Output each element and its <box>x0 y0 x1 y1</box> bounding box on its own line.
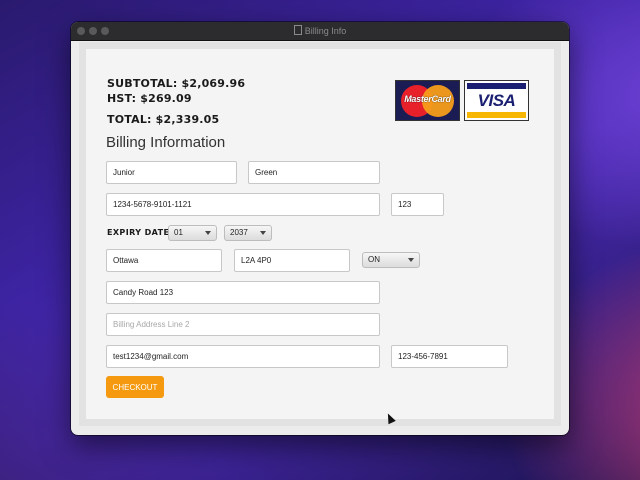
cvv-field[interactable] <box>391 193 444 216</box>
card-number-field[interactable] <box>106 193 380 216</box>
mastercard-label: MasterCard <box>404 94 451 104</box>
address-line2-field[interactable] <box>106 313 380 336</box>
address-line1-field[interactable] <box>106 281 380 304</box>
expiry-date-label: EXPIRY DATE: <box>107 228 173 237</box>
last-name-field[interactable] <box>248 161 380 184</box>
city-field[interactable] <box>106 249 222 272</box>
email-field[interactable] <box>106 345 380 368</box>
chevron-down-icon <box>260 231 266 235</box>
province-select[interactable]: ON <box>362 252 420 268</box>
visa-logo: VISA <box>464 80 529 121</box>
subtotal-text: SUBTOTAL: $2,069.96 <box>107 77 246 90</box>
first-name-field[interactable] <box>106 161 237 184</box>
chevron-down-icon <box>205 231 211 235</box>
window-title-text: Billing Info <box>304 26 347 36</box>
checkout-button[interactable]: CHECKOUT <box>106 376 164 398</box>
expiry-year-select[interactable]: 2037 <box>224 225 272 241</box>
expiry-month-value: 01 <box>174 228 183 237</box>
document-icon <box>293 25 302 35</box>
title-bar: Billing Info <box>71 22 569 41</box>
visa-label: VISA <box>477 91 516 110</box>
window-title: Billing Info <box>71 25 569 36</box>
phone-field[interactable] <box>391 345 508 368</box>
mastercard-logo: MasterCard <box>395 80 460 121</box>
postal-code-field[interactable] <box>234 249 350 272</box>
section-title: Billing Information <box>106 134 226 151</box>
hst-text: HST: $269.09 <box>107 92 192 105</box>
chevron-down-icon <box>408 258 414 262</box>
expiry-month-select[interactable]: 01 <box>168 225 217 241</box>
province-value: ON <box>368 255 380 264</box>
expiry-year-value: 2037 <box>230 228 248 237</box>
total-text: TOTAL: $2,339.05 <box>107 113 220 126</box>
